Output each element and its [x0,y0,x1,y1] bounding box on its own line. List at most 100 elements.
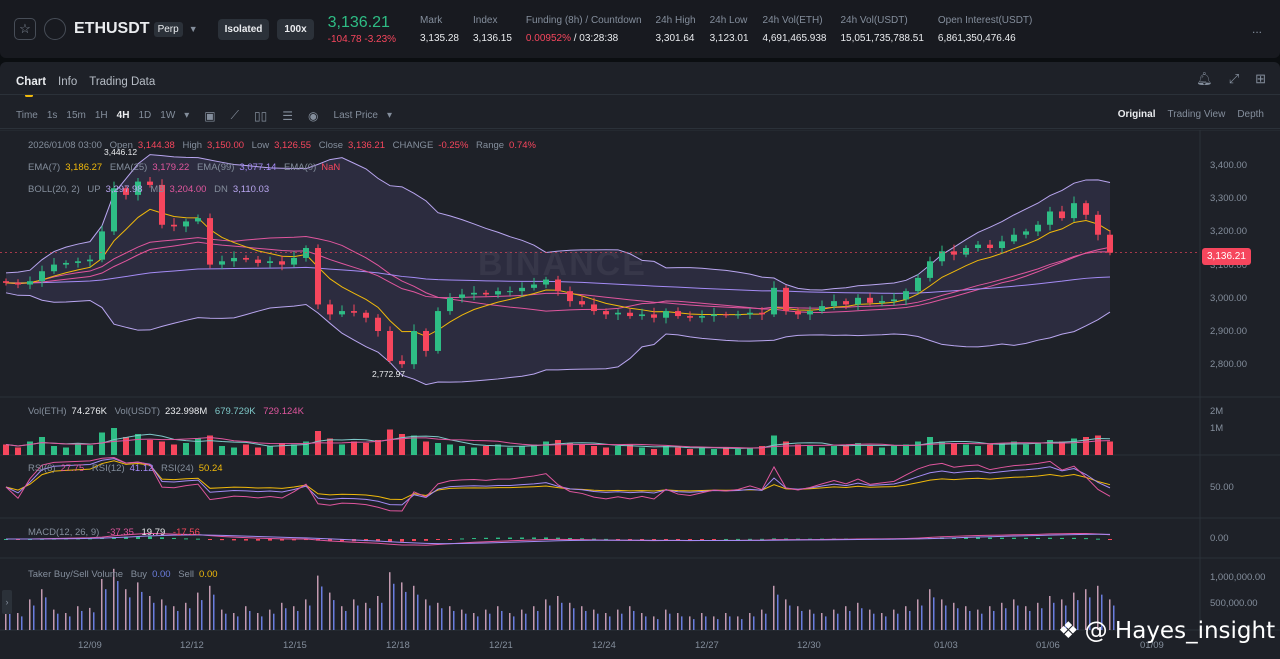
candle-body [39,271,45,282]
taker-volume-bar [81,610,83,630]
alert-bell-icon[interactable]: 🔔︎ [1196,71,1213,87]
volume-bar [351,441,357,455]
taker-volume-bar [989,606,991,630]
candle-body [1047,211,1053,225]
taker-volume-bar [477,616,479,630]
symbol-name[interactable]: ETHUSDT [74,20,150,38]
candle-body [999,241,1005,248]
candle-body [3,281,9,283]
taker-volume-bar [813,613,815,630]
indicator-icon[interactable]: ⟋ [231,108,239,123]
taker-volume-bar [257,613,259,630]
volume-bar [327,438,333,455]
vol-ma2-value: 729.124K [263,406,304,417]
leverage-button[interactable]: 100x [277,18,314,40]
volume-bar [15,447,21,455]
taker-volume-bar [689,616,691,630]
price-type-dropdown-icon[interactable]: ▾ [387,110,392,121]
taker-volume-bar [909,610,911,630]
candle-body [663,311,669,318]
taker-volume-bar [1041,608,1043,630]
volume-bar [363,443,369,455]
taker-volume-bar [821,613,823,630]
macd-histogram-bar [1108,539,1112,540]
macd-histogram-bar [712,539,716,540]
settings-list-icon[interactable]: ☰ [282,109,293,123]
taker-volume-bar [741,619,743,630]
interval-4h[interactable]: 4H [117,110,130,121]
interval-1s[interactable]: 1s [47,110,58,121]
divider [0,94,1280,95]
taker-volume-bar [981,613,983,630]
taker-volume-bar [449,606,451,630]
margin-mode-button[interactable]: Isolated [217,18,270,40]
taker-volume-bar [357,605,359,630]
layout-grid-icon[interactable]: ⊞ [1255,71,1266,87]
range-label: Range [476,140,505,151]
stat-open-interest-usdt-: Open Interest(USDT) 6,861,350,476.46 [938,15,1032,44]
macd-histogram-bar [520,537,524,539]
tab-info[interactable]: Info [58,76,77,88]
favorite-star-icon[interactable]: ☆ [14,18,36,40]
taker-volume-bar [329,592,331,630]
candle-body [759,312,765,315]
taker-volume-bar [57,613,59,630]
interval-1d[interactable]: 1D [138,110,151,121]
more-options-button[interactable]: ... [1252,22,1262,36]
volume-bar [1035,443,1041,455]
view-depth[interactable]: Depth [1237,109,1264,120]
taker-volume-bar [1013,599,1015,630]
price-axis-label: 3,300.00 [1210,193,1247,205]
volume-bar [219,446,225,455]
taker-volume-bar [33,605,35,630]
vol-usdt-label: Vol(USDT) [114,406,160,417]
view-trading-view[interactable]: Trading View [1168,109,1226,120]
stat-label: Open Interest(USDT) [937,14,1033,26]
taker-volume-bar [497,606,499,630]
candle-type-icon[interactable]: ▯▯ [254,109,267,123]
taker-volume-bar [285,608,287,630]
volume-bar [879,447,885,455]
candle-body [615,312,621,315]
stat-label: 24h Vol(USDT) [840,14,908,26]
taker-volume-bar [825,616,827,630]
taker-volume-bar [557,596,559,630]
tab-trading-data[interactable]: Trading Data [89,76,155,88]
interval-1w[interactable]: 1W [160,110,175,121]
macd-histogram-bar [1036,537,1040,539]
candle-body [195,218,201,222]
macd-histogram-bar [1012,537,1016,539]
taker-volume-bar [681,616,683,630]
expand-handle[interactable]: › [2,590,12,614]
volume-bar [423,441,429,455]
fullscreen-icon[interactable]: ⤢ [1229,71,1239,87]
taker-buy-value: 0.00 [152,569,171,580]
candle-body [483,292,489,295]
interval-dropdown-icon[interactable]: ▾ [184,110,189,121]
target-icon[interactable]: ◉ [308,109,318,123]
time-axis-label: 01/03 [934,640,958,651]
calendar-icon[interactable]: ▣ [204,109,215,123]
symbol-dropdown-icon[interactable]: ▼ [189,24,198,34]
interval-1h[interactable]: 1H [95,110,108,121]
volume-bar [483,446,489,455]
stat-value: 3,123.01 [709,32,749,44]
volume-bar [987,444,993,455]
time-axis-label: 12/24 [592,640,616,651]
candle-body [531,284,537,288]
interval-15m[interactable]: 15m [66,110,85,121]
volume-bar [171,444,177,455]
view-original[interactable]: Original [1118,109,1156,120]
taker-legend: Taker Buy/Sell Volume Buy 0.00 Sell 0.00 [28,569,223,580]
credit-text: @ Hayes_insight [1084,618,1276,644]
candle-body [807,311,813,315]
candle-body [1071,203,1077,219]
volume-bar [807,446,813,455]
ticker-header: ☆ ETHUSDT Perp ▼ Isolated 100x 3,136.21 … [0,0,1280,58]
taker-volume-bar [377,596,379,630]
tab-chart[interactable]: Chart [16,76,46,97]
candle-body [399,360,405,365]
candle-body [543,279,549,285]
taker-volume-bar [201,600,203,630]
price-type-select[interactable]: Last Price [334,110,378,121]
